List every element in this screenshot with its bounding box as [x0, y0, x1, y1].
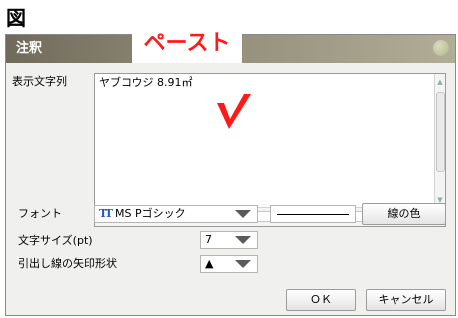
cancel-button[interactable]: キャンセル — [366, 289, 446, 311]
line-color-button[interactable]: 線の色 — [362, 203, 446, 225]
ok-button[interactable]: ＯＫ — [286, 289, 356, 311]
arrow-shape-value: ▲ — [205, 257, 214, 270]
font-size-value: 7 — [205, 233, 212, 246]
arrow-shape-label: 引出し線の矢印形状 — [18, 257, 117, 270]
chevron-down-icon[interactable] — [235, 260, 251, 268]
font-size-label: 文字サイズ(pt) — [18, 234, 93, 247]
scroll-up-arrow-icon[interactable]: ▲ — [436, 78, 444, 86]
line-sample — [270, 205, 356, 223]
page: 図 注釈 ペースト 表示文字列 ヤブコウジ 8.91㎡ ▲ ▼ ◀ ▶ — [0, 0, 458, 318]
font-select[interactable]: TT MS Pゴシック — [94, 205, 258, 223]
dialog-title: 注釈 — [16, 41, 43, 56]
window-icon — [433, 40, 449, 56]
check-mark-icon — [217, 94, 251, 129]
chevron-down-icon[interactable] — [235, 210, 251, 218]
font-select-value: MS Pゴシック — [114, 207, 186, 220]
figure-label: 図 — [6, 6, 26, 30]
display-text-value[interactable]: ヤブコウジ 8.91㎡ — [99, 76, 193, 90]
font-select-content: TT MS Pゴシック — [99, 207, 186, 221]
vertical-scroll-thumb[interactable] — [436, 92, 445, 172]
chevron-down-icon[interactable] — [235, 236, 251, 244]
arrow-shape-select[interactable]: ▲ — [200, 255, 258, 273]
font-size-select[interactable]: 7 — [200, 231, 258, 249]
line-sample-stroke — [277, 214, 349, 215]
font-label: フォント — [18, 207, 62, 220]
truetype-font-icon: TT — [99, 207, 113, 220]
display-text-label: 表示文字列 — [12, 75, 67, 88]
vertical-scrollbar[interactable]: ▲ ▼ — [434, 74, 445, 208]
paste-callout: ペースト — [132, 29, 242, 63]
annotation-dialog: 注釈 ペースト 表示文字列 ヤブコウジ 8.91㎡ ▲ ▼ ◀ ▶ フォント — [5, 29, 456, 316]
